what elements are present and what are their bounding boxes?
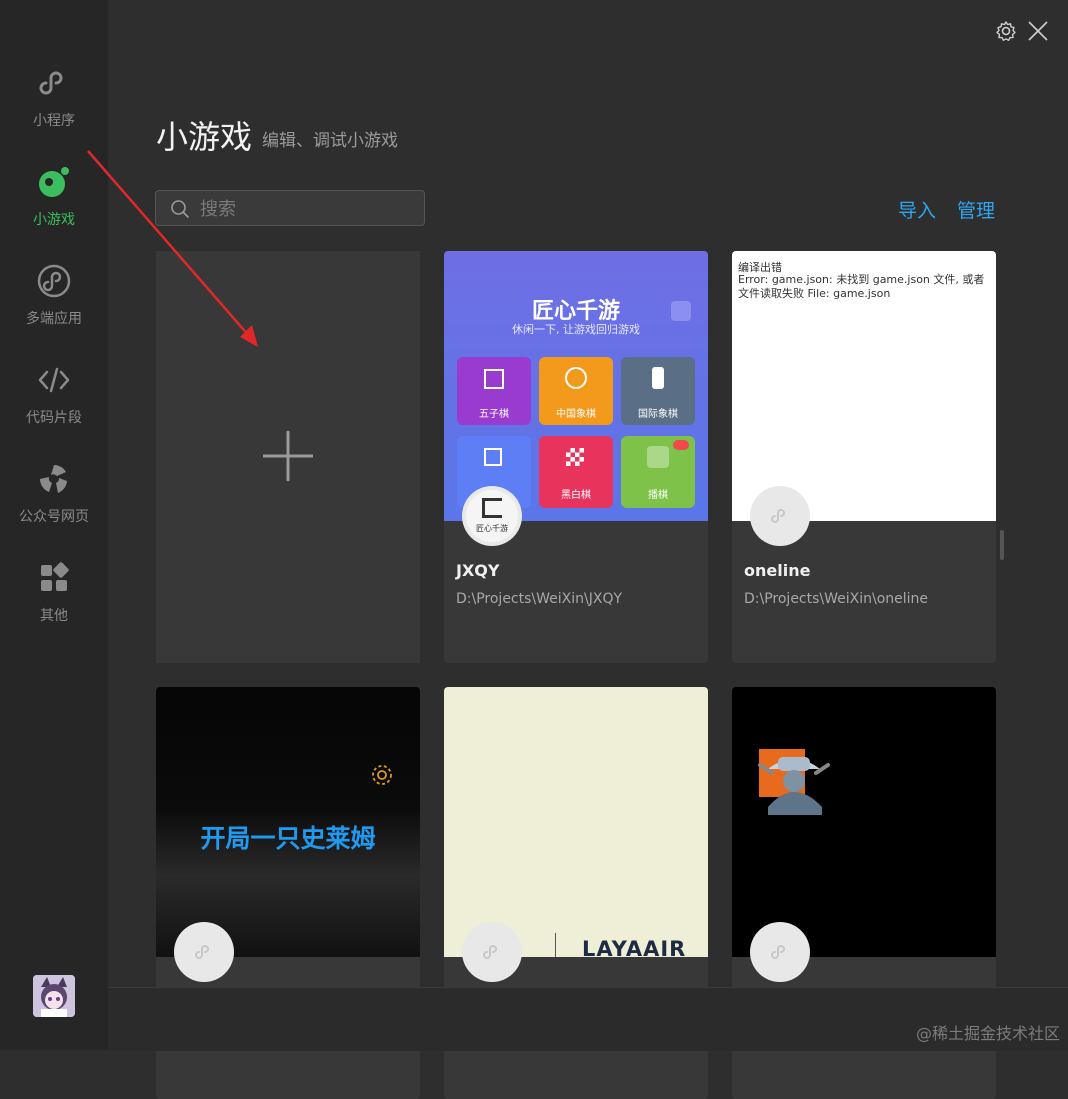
link-icon [771, 945, 785, 959]
preview-title: 开局一只史莱姆 [200, 824, 376, 853]
game-icon [39, 167, 69, 197]
project-thumbnail: LAYAAIR [444, 687, 708, 957]
game-tile-label: 国际象棋 [638, 409, 678, 420]
project-name: JXQY [456, 561, 500, 580]
manage-button[interactable]: 管理 [957, 196, 995, 223]
link-icon [483, 945, 497, 959]
avatar[interactable] [33, 975, 75, 1017]
project-thumbnail: 编译出错 Error: game.json: 未找到 game.json 文件,… [732, 251, 996, 521]
project-path: D:\Projects\WeiXin\oneline [744, 591, 929, 607]
game-tile: 播棋 [621, 436, 695, 508]
grid-icon [41, 562, 69, 591]
link-icon [771, 509, 785, 523]
sidebar-item-label: 公众号网页 [19, 509, 89, 525]
project-path: D:\Projects\WeiXin\JXQY [456, 591, 623, 607]
scrollbar[interactable] [1000, 530, 1004, 560]
sidebar-item-official-account[interactable]: 公众号网页 [0, 462, 108, 548]
game-tile: 国际象棋 [621, 357, 695, 425]
game-tile: 中国象棋 [539, 357, 613, 425]
project-thumbnail [732, 687, 996, 957]
gear-icon [372, 765, 392, 785]
link-icon [195, 945, 209, 959]
game-tile-label: 中国象棋 [556, 409, 596, 420]
code-icon [38, 367, 70, 393]
project-name: oneline [744, 561, 811, 580]
plus-icon [263, 431, 313, 481]
settings-icon[interactable] [995, 20, 1017, 42]
import-button[interactable]: 导入 [898, 196, 936, 223]
avatar-image [33, 975, 75, 1017]
project-logo-badge: 匠心千游 [462, 486, 522, 546]
preview-settings-icon [671, 301, 691, 321]
sidebar-item-miniprogram[interactable]: 小程序 [0, 66, 108, 152]
watermark: @稀土掘金技术社区 [915, 1024, 1060, 1043]
project-logo-badge [750, 486, 810, 546]
game-tile-label: 五子棋 [479, 409, 509, 420]
project-logo-badge [750, 922, 810, 982]
preview-tagline: 休闲一下, 让游戏回归游戏 [512, 323, 640, 336]
laya-logo: LAYAAIR [582, 937, 687, 957]
multi-link-icon [37, 264, 71, 298]
project-card-oneline[interactable]: 编译出错 Error: game.json: 未找到 game.json 文件,… [732, 251, 996, 663]
project-logo-badge [462, 922, 522, 982]
sidebar-item-code-snippets[interactable]: 代码片段 [0, 363, 108, 449]
link-icon [39, 71, 63, 95]
page-subtitle: 编辑、调试小游戏 [262, 131, 398, 151]
sidebar-item-label: 小程序 [33, 113, 75, 129]
app-window: 小程序 小游戏 多端应用 代码片段 公众号网页 其他 小游戏 编辑、调试小游戏 … [0, 0, 1068, 1099]
error-text: Error: game.json: 未找到 game.json 文件, 或者文件… [738, 273, 985, 300]
sidebar-item-label: 其他 [40, 608, 68, 624]
project-thumbnail: 开局一只史莱姆 [156, 687, 420, 957]
project-logo-badge [174, 922, 234, 982]
close-icon[interactable] [1027, 20, 1049, 42]
badge-label: 匠心千游 [476, 524, 508, 533]
sidebar-item-label: 代码片段 [26, 410, 82, 426]
game-tile: 五子棋 [457, 357, 531, 425]
project-card-jxqy[interactable]: 匠心千游 休闲一下, 让游戏回归游戏 五子棋 中国象棋 国际象棋 黑白棋 播棋 … [444, 251, 708, 663]
annotation-arrow [87, 150, 258, 347]
character-image [758, 749, 830, 815]
game-tile: 黑白棋 [539, 436, 613, 508]
game-tile-label: 黑白棋 [561, 490, 591, 501]
project-thumbnail: 匠心千游 休闲一下, 让游戏回归游戏 五子棋 中国象棋 国际象棋 黑白棋 播棋 [444, 251, 708, 521]
official-account-icon [40, 465, 67, 493]
sidebar-item-other[interactable]: 其他 [0, 561, 108, 647]
game-tile-label: 播棋 [648, 490, 668, 501]
